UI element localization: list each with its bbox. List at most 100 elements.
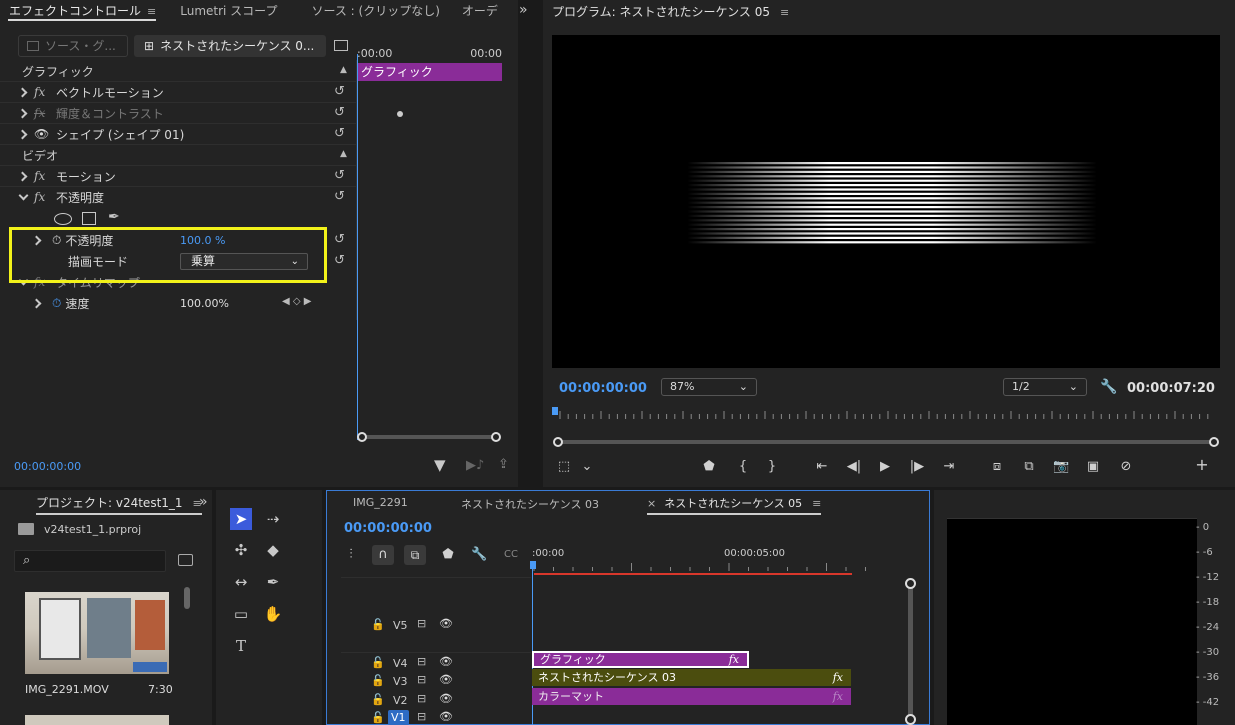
collapse-icon[interactable] [18, 192, 28, 202]
fx-disabled-icon[interactable]: fx [34, 106, 52, 120]
scroll-handle-right[interactable] [491, 432, 501, 442]
search-input[interactable]: ⌕ [14, 550, 166, 572]
resolution-select[interactable]: 1/2 ⌄ [1003, 378, 1087, 396]
keyframe-nav-icon[interactable]: ◀ ◇ ▶ [282, 296, 311, 307]
new-bin-icon[interactable] [178, 554, 193, 566]
effect-row-motion[interactable]: fx モーション ↺ [0, 166, 356, 186]
reset-icon[interactable]: ↺ [334, 127, 350, 140]
add-button-icon[interactable]: + [1194, 457, 1210, 473]
filter-icon[interactable]: ▼ [434, 458, 446, 473]
overflow-icon[interactable]: » [199, 494, 208, 510]
timeline-timecode[interactable]: 00:00:00:00 [344, 521, 432, 536]
expand-icon[interactable] [18, 171, 28, 181]
compare-icon[interactable]: ▣ [1085, 460, 1101, 474]
play-audio-icon[interactable]: ▶♪ [466, 459, 484, 473]
work-area-bar[interactable] [534, 573, 852, 575]
video-viewport[interactable] [552, 35, 1220, 368]
lift-icon[interactable]: ⧈ [989, 460, 1005, 474]
mini-scroll-bar[interactable] [362, 435, 497, 439]
menu-icon[interactable]: ≡ [147, 5, 156, 18]
eye-icon[interactable]: 👁 [439, 655, 453, 668]
timeline-tab-img[interactable]: IMG_2291 [353, 496, 408, 509]
step-back-icon[interactable]: ◀| [846, 460, 862, 474]
program-ruler[interactable] [552, 405, 1220, 425]
expand-icon[interactable] [32, 298, 42, 308]
eye-icon[interactable]: 👁 [439, 692, 453, 705]
ripple-edit-tool-icon[interactable]: ✣ [230, 539, 252, 561]
clip-graphic[interactable]: グラフィック fx [532, 651, 749, 668]
fx-icon[interactable]: fx [34, 85, 52, 99]
lock-icon[interactable]: 🔓 [371, 674, 385, 687]
effect-row-shape[interactable]: 👁 シェイプ (シェイプ 01) ↺ [0, 124, 356, 144]
panel-toggle-icon[interactable] [334, 40, 348, 51]
mark-in-icon[interactable]: { [735, 460, 751, 474]
program-timecode[interactable]: 00:00:00:00 [559, 381, 647, 396]
lock-icon[interactable]: 🔓 [371, 711, 385, 724]
scroll-handle-left[interactable] [357, 432, 367, 442]
go-to-in-icon[interactable]: ⇤ [814, 460, 830, 474]
effect-row-opacity[interactable]: fx 不透明度 ↺ [0, 187, 356, 207]
toggle-sync-icon[interactable]: ⊟ [417, 692, 426, 705]
scrollbar[interactable] [184, 587, 190, 609]
rectangle-mask-icon[interactable] [82, 212, 96, 225]
scroll-handle-right[interactable] [1209, 437, 1219, 447]
expand-icon[interactable] [18, 129, 28, 139]
rectangle-tool-icon[interactable]: ▭ [230, 603, 252, 625]
source-clip-button[interactable]: ソース・グ... [18, 35, 128, 57]
settings-wrench-icon[interactable]: 🔧 [471, 548, 487, 562]
go-to-out-icon[interactable]: ⇥ [941, 460, 957, 474]
selection-tool-icon[interactable]: ➤ [230, 508, 252, 530]
tab-audio[interactable]: オーデ [454, 0, 506, 22]
toggle-sync-icon[interactable]: ⊟ [417, 710, 426, 723]
vr-icon[interactable]: ⊘ [1118, 460, 1134, 474]
fx-icon[interactable]: fx [34, 190, 52, 204]
timeline-tab-seq03[interactable]: ネストされたシーケンス 03 [461, 496, 599, 512]
scroll-handle-left[interactable] [553, 437, 563, 447]
clip-thumbnail-2[interactable] [25, 715, 169, 725]
reset-icon[interactable]: ↺ [334, 254, 350, 267]
collapse-up-icon[interactable]: ▲ [340, 149, 347, 159]
lock-icon[interactable]: 🔓 [371, 693, 385, 706]
speed-value[interactable]: 100.00% [180, 297, 229, 310]
tab-effect-controls[interactable]: エフェクトコントロール ≡ [0, 0, 164, 22]
mark-out-icon[interactable]: } [764, 460, 780, 474]
sequence-clip-button[interactable]: ⊞ ネストされたシーケンス 0... [134, 35, 326, 57]
track-select-tool-icon[interactable]: ⇢ [262, 508, 284, 530]
ellipse-mask-icon[interactable] [54, 213, 72, 225]
close-icon[interactable]: × [647, 497, 656, 510]
add-marker-icon[interactable]: ⬟ [440, 548, 456, 562]
reset-icon[interactable]: ↺ [334, 233, 350, 246]
toggle-sync-icon[interactable]: ⊟ [417, 673, 426, 686]
safe-margin-icon[interactable]: ⬚ [556, 460, 572, 474]
add-marker-icon[interactable]: ⬟ [701, 460, 717, 474]
linked-selection-icon[interactable]: ⧉ [404, 545, 426, 565]
step-forward-icon[interactable]: |▶ [909, 460, 925, 474]
scroll-handle-top[interactable] [905, 578, 916, 589]
menu-icon[interactable]: ≡ [812, 497, 821, 510]
fx-icon[interactable]: fx [34, 169, 52, 183]
expand-icon[interactable] [18, 108, 28, 118]
tab-lumetri-scopes[interactable]: Lumetri スコープ [172, 0, 285, 22]
current-time[interactable]: 00:00:00:00 [14, 460, 81, 473]
razor-tool-icon[interactable]: ◆ [262, 539, 284, 561]
playhead-marker[interactable] [530, 561, 536, 569]
play-icon[interactable]: ▶ [877, 460, 893, 474]
export-icon[interactable]: ⇪ [498, 458, 509, 472]
clip-nested-seq03[interactable]: ネストされたシーケンス 03 fx [532, 669, 851, 686]
program-scrollbar[interactable] [559, 440, 1214, 444]
extract-icon[interactable]: ⧉ [1021, 460, 1037, 474]
effect-row-vector-motion[interactable]: fx ベクトルモーション ↺ [0, 82, 356, 102]
reset-icon[interactable]: ↺ [334, 169, 350, 182]
snap-icon[interactable]: ∩ [372, 545, 394, 565]
collapse-up-icon[interactable]: ▲ [340, 65, 347, 75]
pen-mask-icon[interactable]: ✒ [108, 209, 120, 225]
menu-icon[interactable]: ≡ [780, 6, 789, 19]
lock-icon[interactable]: 🔓 [371, 656, 385, 669]
captions-icon[interactable]: CC [503, 548, 519, 562]
eye-icon[interactable]: 👁 [439, 710, 453, 723]
clip-color-matte[interactable]: カラーマット fx [532, 688, 851, 705]
tab-source[interactable]: ソース : (クリップなし) [303, 0, 447, 22]
lock-icon[interactable]: 🔓 [371, 618, 385, 631]
toggle-sync-icon[interactable]: ⊟ [417, 655, 426, 668]
reset-icon[interactable]: ↺ [334, 190, 350, 203]
